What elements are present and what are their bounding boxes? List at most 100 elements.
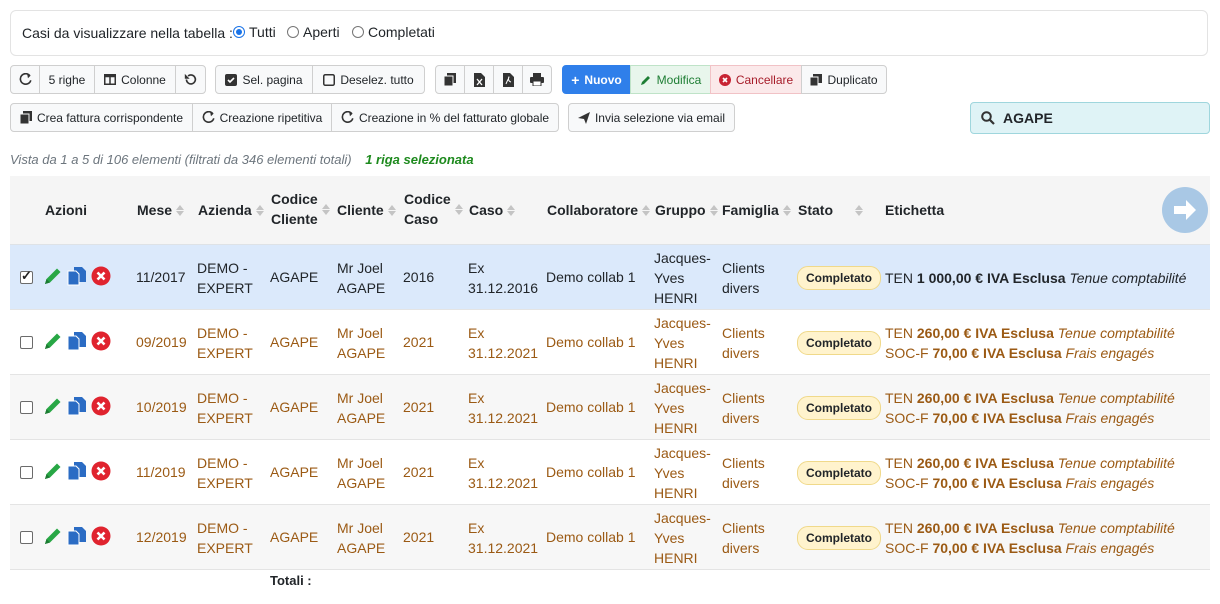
columns-button[interactable]: Colonne [94, 65, 176, 94]
refresh-button[interactable] [10, 65, 40, 94]
cell-codice-cliente: AGAPE [270, 399, 319, 415]
cell-mese: 09/2019 [136, 334, 187, 350]
delete-circle-icon[interactable] [91, 526, 111, 546]
row-checkbox[interactable] [20, 268, 33, 284]
header-collaboratore[interactable]: Collaboratore [547, 200, 651, 220]
refresh-icon [19, 73, 32, 85]
table-row[interactable]: 12/2019 DEMO - EXPERT AGAPE Mr Joel AGAPE 2021… [10, 505, 1210, 570]
table-row[interactable]: 09/2019 DEMO - EXPERT AGAPE Mr Joel AGAPE 2021… [10, 310, 1210, 375]
repeat-creation-button[interactable]: Creazione ripetitiva [192, 103, 332, 132]
header-codice-caso[interactable]: Codice Caso [404, 189, 463, 229]
cell-codice-cliente: AGAPE [270, 464, 319, 480]
filter-option-completed-label: Completati [368, 24, 435, 40]
cell-cliente: Mr Joel AGAPE [337, 324, 386, 361]
radio-completed[interactable] [352, 26, 364, 38]
table-info: Vista da 1 a 5 di 106 elementi (filtrati… [10, 152, 474, 167]
header-famiglia[interactable]: Famiglia [722, 200, 791, 220]
export-pdf-button[interactable] [493, 65, 523, 94]
create-invoice-button[interactable]: Crea fattura corrispondente [10, 103, 193, 132]
scroll-right-button[interactable] [1162, 187, 1208, 233]
cell-gruppo: Jacques- Yves HENRI [654, 444, 711, 501]
cell-famiglia: Clients divers [722, 324, 765, 361]
row-checkbox[interactable] [20, 531, 33, 544]
duplicate-icon[interactable] [67, 461, 87, 481]
row-checkbox[interactable] [20, 336, 33, 349]
table-row[interactable]: 11/2017 DEMO -EXPERT AGAPE Mr JoelAGAPE 2016… [10, 245, 1210, 310]
table-row[interactable]: 10/2019 DEMO - EXPERT AGAPE Mr Joel AGAPE 2021… [10, 375, 1210, 440]
cell-gruppo: Jacques- Yves HENRI [654, 509, 711, 566]
sort-icon [454, 203, 463, 215]
select-page-label: Sel. pagina [242, 72, 303, 87]
status-badge: Completato [797, 331, 881, 355]
pencil-icon[interactable] [43, 266, 63, 286]
copy-button[interactable] [435, 65, 465, 94]
print-icon [530, 73, 544, 86]
pencil-icon[interactable] [43, 331, 63, 351]
header-cliente[interactable]: Cliente [337, 200, 396, 220]
header-stato[interactable]: Stato [798, 200, 863, 220]
header-etichetta[interactable]: Etichetta [885, 200, 944, 220]
filter-option-completed[interactable]: Completati [352, 24, 435, 40]
export-excel-button[interactable] [464, 65, 494, 94]
header-azioni: Azioni [45, 202, 87, 218]
print-button[interactable] [522, 65, 552, 94]
row-actions [43, 266, 111, 286]
delete-circle-icon [718, 73, 731, 86]
row-checkbox[interactable] [20, 466, 33, 479]
status-badge: Completato [797, 461, 881, 485]
checked-box-icon [225, 73, 238, 86]
cell-codice-cliente: AGAPE [270, 269, 319, 285]
duplicate-icon[interactable] [67, 266, 87, 286]
filter-option-all-label: Tutti [249, 24, 276, 40]
cell-codice-caso: 2021 [403, 334, 435, 350]
cell-famiglia: Clients divers [722, 389, 765, 426]
row-actions [43, 526, 111, 546]
percent-creation-button[interactable]: Creazione in % del fatturato globale [331, 103, 559, 132]
cell-collaboratore: Demo collab 1 [546, 529, 636, 545]
cell-cliente: Mr Joel AGAPE [337, 389, 386, 426]
cell-azienda: DEMO - EXPERT [197, 519, 253, 556]
columns-icon [104, 74, 117, 85]
undo-button[interactable] [175, 65, 206, 94]
header-codice-cliente[interactable]: Codice Cliente [271, 189, 330, 229]
rows-per-page-button[interactable]: 5 righe [39, 65, 95, 94]
duplicate-button[interactable]: Duplicato [801, 65, 887, 94]
status-badge: Completato [797, 266, 881, 290]
select-page-button[interactable]: Sel. pagina [215, 65, 313, 94]
cell-caso: Ex 31.12.2016 [468, 259, 539, 296]
filter-option-all[interactable]: Tutti [233, 24, 276, 40]
pencil-icon [640, 75, 650, 85]
header-caso[interactable]: Caso [469, 200, 516, 220]
email-selection-button[interactable]: Invia selezione via email [568, 103, 735, 132]
duplicate-icon[interactable] [67, 331, 87, 351]
cell-mese: 10/2019 [136, 399, 187, 415]
filter-option-open[interactable]: Aperti [287, 24, 340, 40]
delete-circle-icon[interactable] [91, 396, 111, 416]
search-input[interactable]: AGAPE [970, 102, 1210, 134]
cell-gruppo: Jacques- Yves HENRI [654, 314, 711, 371]
header-azienda[interactable]: Azienda [198, 200, 264, 220]
delete-circle-icon[interactable] [91, 331, 111, 351]
new-button[interactable]: + Nuovo [562, 65, 631, 94]
duplicate-icon[interactable] [67, 526, 87, 546]
table-row[interactable]: 11/2019 DEMO - EXPERT AGAPE Mr Joel AGAPE 2021… [10, 440, 1210, 505]
delete-button[interactable]: Cancellare [710, 65, 802, 94]
edit-button[interactable]: Modifica [630, 65, 711, 94]
cell-cliente: Mr Joel AGAPE [337, 519, 386, 556]
pencil-icon[interactable] [43, 526, 63, 546]
radio-open[interactable] [287, 26, 299, 38]
pencil-icon[interactable] [43, 461, 63, 481]
row-checkbox[interactable] [20, 401, 33, 414]
duplicate-icon[interactable] [67, 396, 87, 416]
header-gruppo[interactable]: Gruppo [655, 200, 718, 220]
radio-all[interactable] [233, 26, 245, 38]
pencil-icon[interactable] [43, 396, 63, 416]
table-header: Azioni Mese Azienda Codice Cliente Client… [10, 176, 1210, 245]
delete-circle-icon[interactable] [91, 266, 111, 286]
header-mese[interactable]: Mese [137, 200, 185, 220]
delete-circle-icon[interactable] [91, 461, 111, 481]
excel-file-icon [473, 72, 485, 87]
sort-icon [255, 204, 264, 216]
deselect-all-button[interactable]: Deselez. tutto [312, 65, 425, 94]
copy-icon [444, 73, 456, 86]
